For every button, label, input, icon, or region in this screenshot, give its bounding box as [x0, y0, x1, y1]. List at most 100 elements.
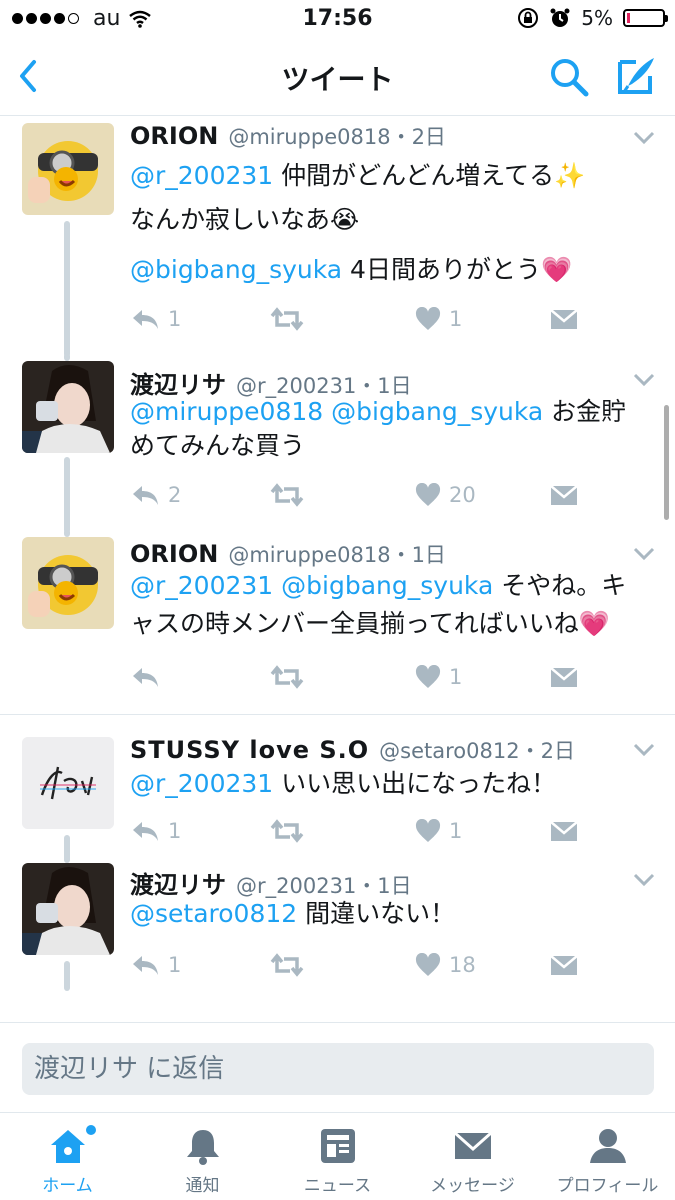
display-name[interactable]: 渡辺リサ [130, 865, 226, 900]
thread-line [64, 529, 70, 537]
chevron-down-icon[interactable] [633, 873, 655, 887]
tweet-text-segment: いい思い出になったね！ [273, 769, 557, 798]
avatar[interactable] [22, 863, 114, 955]
like-button[interactable]: 1 [415, 819, 462, 843]
reply-button[interactable]: 1 [130, 307, 181, 331]
retweet-button[interactable] [270, 307, 312, 331]
tweet-line: めてみんな買う [130, 429, 649, 463]
like-button[interactable]: 1 [415, 307, 462, 331]
mention-link[interactable]: @bigbang_syuka [331, 397, 543, 426]
like-button[interactable]: 18 [415, 953, 476, 977]
heart-icon [415, 483, 441, 506]
alarm-icon [550, 8, 570, 27]
tweet-line: なんか寂しいなあ😭 [130, 203, 649, 237]
retweet-button[interactable] [270, 483, 312, 507]
tweet-text: @setaro0812 間違いない！ [130, 897, 649, 931]
reply-icon [133, 956, 158, 975]
retweet-button[interactable] [270, 819, 312, 843]
mention-link[interactable]: @setaro0812 [130, 899, 297, 928]
reply-icon [133, 310, 158, 329]
tweet-line: @r_200231 いい思い出になったね！ [130, 767, 649, 801]
reply-button[interactable]: 1 [130, 953, 181, 977]
dm-button[interactable] [550, 665, 578, 689]
avatar[interactable] [22, 737, 114, 829]
heart-icon [415, 953, 441, 976]
chevron-down-icon[interactable] [633, 547, 655, 561]
search-icon[interactable] [548, 56, 590, 98]
dm-button[interactable] [550, 483, 578, 507]
tweet-header: ORION @miruppe0818・2日 [130, 121, 615, 151]
tab-bar: ホーム 通知 ニュース メッセージ プロフィール [0, 1112, 675, 1200]
tweet-text: @r_200231 仲間がどんどん増えてる✨ なんか寂しいなあ😭 @bigban… [130, 159, 649, 301]
reply-bar: 渡辺リサ に返信 [0, 1022, 675, 1112]
compose-tweet-icon[interactable] [614, 54, 658, 98]
mention-link[interactable]: @miruppe0818 [130, 397, 323, 426]
dm-button[interactable] [550, 819, 578, 843]
tweet-text: @r_200231 @bigbang_syuka そやね。キ ャスの時メンバー全… [130, 569, 649, 641]
tab-news[interactable]: ニュース [270, 1113, 405, 1200]
retweet-button[interactable] [270, 665, 312, 689]
like-count: 1 [449, 665, 463, 689]
tweet-line: @miruppe0818 @bigbang_syuka お金貯 [130, 395, 649, 429]
reply-count: 1 [168, 819, 182, 843]
thread-line [64, 457, 70, 533]
tab-messages[interactable]: メッセージ [405, 1113, 540, 1200]
reply-button[interactable]: 2 [130, 483, 181, 507]
mention-link[interactable]: @r_200231 [130, 161, 273, 190]
status-right: 5% [517, 6, 668, 30]
reply-input[interactable]: 渡辺リサ に返信 [22, 1043, 654, 1095]
person-icon [590, 1129, 626, 1163]
reply-button[interactable]: 1 [130, 819, 181, 843]
tweet-text-segment: 間違いない！ [297, 899, 456, 928]
tweet[interactable]: 渡辺リサ @r_200231・1日 @setaro0812 間違いない！ 1 1… [0, 855, 675, 1021]
tweet[interactable]: 渡辺リサ @r_200231・1日 @miruppe0818 @bigbang_… [0, 353, 675, 533]
tab-profile[interactable]: プロフィール [540, 1113, 675, 1200]
thread-line [64, 855, 70, 863]
tweet-text-segment: 仲間がどんどん増えてる✨ [273, 161, 586, 190]
tweet[interactable]: ORION @miruppe0818・1日 @r_200231 @bigbang… [0, 529, 675, 715]
avatar[interactable] [22, 123, 114, 215]
rotation-lock-icon [518, 8, 539, 28]
like-button[interactable]: 1 [415, 665, 462, 689]
like-count: 1 [449, 819, 463, 843]
display-name[interactable]: ORION [130, 122, 218, 150]
chevron-down-icon[interactable] [633, 743, 655, 757]
dm-button[interactable] [550, 953, 578, 977]
tweet[interactable]: ORION @miruppe0818・2日 @r_200231 仲間がどんどん増… [0, 117, 675, 357]
retweet-button[interactable] [270, 953, 312, 977]
tab-label: メッセージ [430, 1176, 515, 1196]
mention-link[interactable]: @r_200231 [130, 769, 273, 798]
tweet-text-segment: めてみんな買う [130, 431, 306, 460]
avatar[interactable] [22, 537, 114, 629]
mention-link[interactable]: @r_200231 [130, 571, 273, 600]
retweet-icon [270, 307, 304, 331]
display-name[interactable]: ORION [130, 540, 218, 568]
chevron-down-icon[interactable] [633, 131, 655, 145]
tab-label: ニュース [303, 1176, 372, 1196]
reply-icon [133, 668, 158, 687]
dm-button[interactable] [550, 307, 578, 331]
reply-icon [133, 822, 158, 841]
tweet-actions: 1 18 [130, 953, 590, 983]
chevron-down-icon[interactable] [633, 373, 655, 387]
handle-time: @r_200231・1日 [236, 874, 412, 898]
like-button[interactable]: 20 [415, 483, 476, 507]
tweet-actions: 1 [130, 665, 590, 695]
scrollbar[interactable] [664, 405, 669, 520]
tab-home[interactable]: ホーム [0, 1113, 135, 1200]
tweet[interactable]: STUSSY love S.O @setaro0812・2日 @r_200231… [0, 715, 675, 861]
envelope-icon [550, 955, 578, 975]
status-bar: au 17:56 5% [0, 0, 675, 40]
mention-link[interactable]: @bigbang_syuka [130, 255, 342, 284]
envelope-icon [550, 667, 578, 687]
tweet-actions: 1 1 [130, 819, 590, 849]
reply-button[interactable] [130, 665, 168, 689]
tweet-header: STUSSY love S.O @setaro0812・2日 [130, 735, 615, 765]
mention-link[interactable]: @bigbang_syuka [281, 571, 493, 600]
tweet-text-segment [323, 397, 331, 426]
tab-notifications[interactable]: 通知 [135, 1113, 270, 1200]
like-count: 20 [449, 483, 476, 507]
tweet-thread[interactable]: ORION @miruppe0818・2日 @r_200231 仲間がどんどん増… [0, 117, 675, 1022]
avatar[interactable] [22, 361, 114, 453]
display-name[interactable]: STUSSY love S.O [130, 736, 369, 764]
